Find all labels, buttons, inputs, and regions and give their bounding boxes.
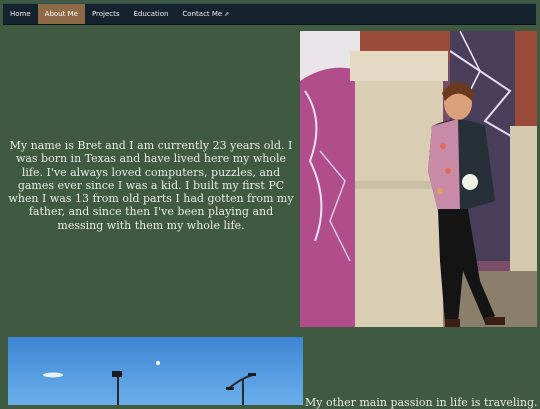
nav-home-label: Home: [10, 10, 31, 18]
top-navigation-bar: Home About Me Projects Education Contact…: [3, 3, 536, 25]
nav-about-me-label: About Me: [44, 10, 78, 18]
nav-about-me[interactable]: About Me: [37, 4, 85, 24]
parking-lot-photo: [8, 337, 303, 405]
nav-projects-label: Projects: [91, 10, 120, 18]
nav-home[interactable]: Home: [3, 4, 38, 24]
external-link-icon: ⇗: [224, 10, 230, 18]
nav-contact-me-label: Contact Me: [182, 10, 223, 18]
about-travel-paragraph: My other main passion in life is traveli…: [305, 396, 540, 409]
portrait-photo: [300, 31, 537, 327]
nav-education[interactable]: Education: [127, 4, 176, 24]
nav-contact-me[interactable]: Contact Me ⇗: [175, 4, 236, 24]
nav-education-label: Education: [133, 10, 169, 18]
about-intro-paragraph: My name is Bret and I am currently 23 ye…: [8, 139, 294, 232]
nav-projects[interactable]: Projects: [85, 4, 127, 24]
